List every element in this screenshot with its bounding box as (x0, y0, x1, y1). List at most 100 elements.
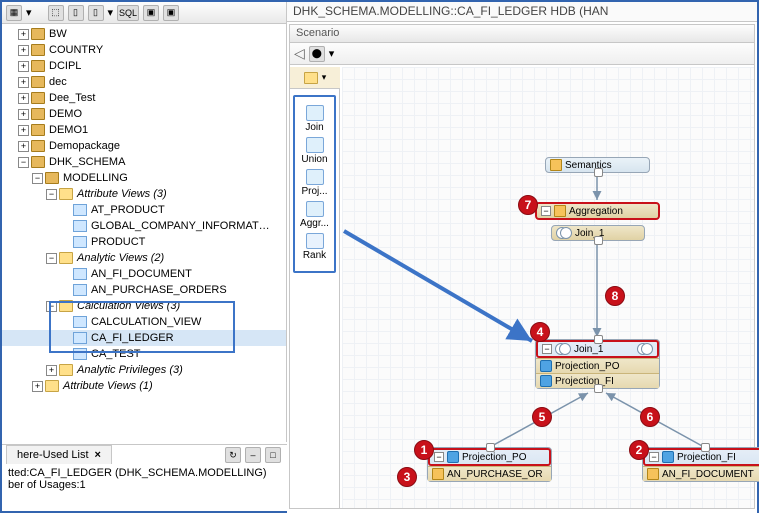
view-icon (73, 348, 87, 360)
join-icon (556, 227, 572, 239)
tree-node-modelling[interactable]: −MODELLING (2, 170, 286, 186)
marker-6: 6 (640, 407, 660, 427)
expander-icon[interactable]: + (18, 45, 29, 56)
tree-node-country[interactable]: +COUNTRY (2, 42, 286, 58)
tree-node-deetest[interactable]: +Dee_Test (2, 90, 286, 106)
expander-icon[interactable]: + (18, 125, 29, 136)
tree-node-analpriv[interactable]: +Analytic Privileges (3) (2, 362, 286, 378)
node-aggregation[interactable]: −Aggregation (535, 202, 660, 220)
tree-node-analviews[interactable]: −Analytic Views (2) (2, 250, 286, 266)
tree-node-dec[interactable]: +dec (2, 74, 286, 90)
tree-node-demopackage[interactable]: +Demopackage (2, 138, 286, 154)
expander-icon[interactable]: − (18, 157, 29, 168)
tree-label: AN_PURCHASE_ORDERS (91, 284, 227, 296)
expander-icon[interactable]: + (18, 141, 29, 152)
palette-item-join[interactable]: Join (295, 105, 334, 133)
palette-folder-bar[interactable]: ▾ (290, 67, 340, 89)
node-label: Join_1 (574, 344, 603, 355)
tree-node-calcviews[interactable]: − Calculation Views (3) (2, 298, 286, 314)
minimize-icon[interactable]: – (245, 447, 261, 463)
palette-item-rank[interactable]: Rank (295, 233, 334, 261)
expander-icon[interactable]: + (32, 381, 43, 392)
expander-icon[interactable]: + (46, 365, 57, 376)
node-label: Projection_PO (555, 361, 619, 372)
source-icon (647, 468, 659, 480)
expander-icon[interactable]: + (18, 61, 29, 72)
view-icon (73, 284, 87, 296)
collapse-icon[interactable]: − (541, 206, 551, 216)
palette-item-aggregation[interactable]: Aggr... (295, 201, 334, 229)
expander-icon[interactable]: − (46, 189, 57, 200)
refresh-icon[interactable]: ↻ (225, 447, 241, 463)
join-icon (555, 343, 571, 355)
node-projection-fi[interactable]: −Projection_FI AN_FI_DOCUMENT (642, 447, 759, 482)
port[interactable] (594, 236, 603, 245)
node-aggregation-sub[interactable]: Join_1 (551, 225, 645, 241)
projection-icon (306, 169, 324, 185)
sql-button[interactable]: SQL (117, 5, 139, 21)
palette-icon[interactable]: ⬤ (309, 46, 325, 62)
expander-icon[interactable]: + (18, 93, 29, 104)
palette-item-union[interactable]: Union (295, 137, 334, 165)
view-icon (73, 220, 87, 232)
node-join[interactable]: −Join_1 Projection_PO Projection_FI (535, 339, 660, 389)
tree-node-calculation-view[interactable]: CALCULATION_VIEW (2, 314, 286, 330)
collapse-icon[interactable]: − (649, 452, 659, 462)
tree-node-an-fi-document[interactable]: AN_FI_DOCUMENT (2, 266, 286, 282)
expander-icon[interactable]: − (32, 173, 43, 184)
port[interactable] (594, 168, 603, 177)
tree-label: Calculation Views (3) (77, 300, 180, 312)
toolbar-icon[interactable]: ▯ (88, 5, 104, 21)
folder-icon (59, 364, 73, 376)
node-semantics[interactable]: Semantics (545, 157, 650, 173)
tree-node-an-purchase-orders[interactable]: AN_PURCHASE_ORDERS (2, 282, 286, 298)
tree-node-demo[interactable]: +DEMO (2, 106, 286, 122)
expander-icon[interactable]: − (46, 301, 57, 312)
tree-node-at-product[interactable]: AT_PRODUCT (2, 202, 286, 218)
connections (342, 67, 754, 508)
toolbar-icon[interactable]: ▯ (68, 5, 84, 21)
folder-icon (59, 252, 73, 264)
where-used-tab[interactable]: here-Used List × (6, 445, 112, 464)
tree-node-product[interactable]: PRODUCT (2, 234, 286, 250)
canvas[interactable]: Semantics −Aggregation Join_1 −Join_1 Pr… (342, 67, 754, 508)
tab-label: here-Used List (17, 449, 89, 461)
back-icon[interactable]: ◁ (294, 45, 305, 62)
maximize-icon[interactable]: □ (265, 447, 281, 463)
tree-node-global-company[interactable]: GLOBAL_COMPANY_INFORMAT… (2, 218, 286, 234)
tree-node-ca-test[interactable]: CA_TEST (2, 346, 286, 362)
expander-icon[interactable]: + (18, 29, 29, 40)
toolbar-icon[interactable]: ▣ (163, 5, 179, 21)
palette-label: Proj... (301, 186, 327, 197)
tree-node-schema[interactable]: −DHK_SCHEMA (2, 154, 286, 170)
port[interactable] (701, 443, 710, 452)
port[interactable] (486, 443, 495, 452)
expander-icon[interactable]: − (46, 253, 57, 264)
dropdown-icon[interactable]: ▾ (26, 6, 32, 19)
toolbar-icon[interactable]: ⬚ (48, 5, 64, 21)
dropdown-icon[interactable]: ▾ (108, 6, 114, 19)
toolbar-icon[interactable]: ▦ (6, 5, 22, 21)
tree-node-attrviews2[interactable]: +Attribute Views (1) (2, 378, 286, 394)
port[interactable] (594, 335, 603, 344)
port[interactable] (594, 384, 603, 393)
palette-item-projection[interactable]: Proj... (295, 169, 334, 197)
collapse-icon[interactable]: − (542, 344, 552, 354)
node-label: Projection_PO (462, 452, 526, 463)
tree-node-ca-fi-ledger[interactable]: CA_FI_LEDGER (2, 330, 286, 346)
tree-node-demo1[interactable]: +DEMO1 (2, 122, 286, 138)
expander-icon[interactable]: + (18, 109, 29, 120)
collapse-icon[interactable]: − (434, 452, 444, 462)
marker-8: 8 (605, 286, 625, 306)
dropdown-icon[interactable]: ▾ (329, 47, 335, 60)
marker-5: 5 (532, 407, 552, 427)
node-projection-po[interactable]: −Projection_PO AN_PURCHASE_OR (427, 447, 552, 482)
package-icon (31, 76, 45, 88)
toolbar-icon[interactable]: ▣ (143, 5, 159, 21)
tree-node-dcipl[interactable]: +DCIPL (2, 58, 286, 74)
tree-node-bw[interactable]: +BW (2, 26, 286, 42)
tree-node-attrviews[interactable]: −Attribute Views (3) (2, 186, 286, 202)
close-icon[interactable]: × (95, 449, 101, 461)
expander-icon[interactable]: + (18, 77, 29, 88)
tree-label: CALCULATION_VIEW (91, 316, 201, 328)
